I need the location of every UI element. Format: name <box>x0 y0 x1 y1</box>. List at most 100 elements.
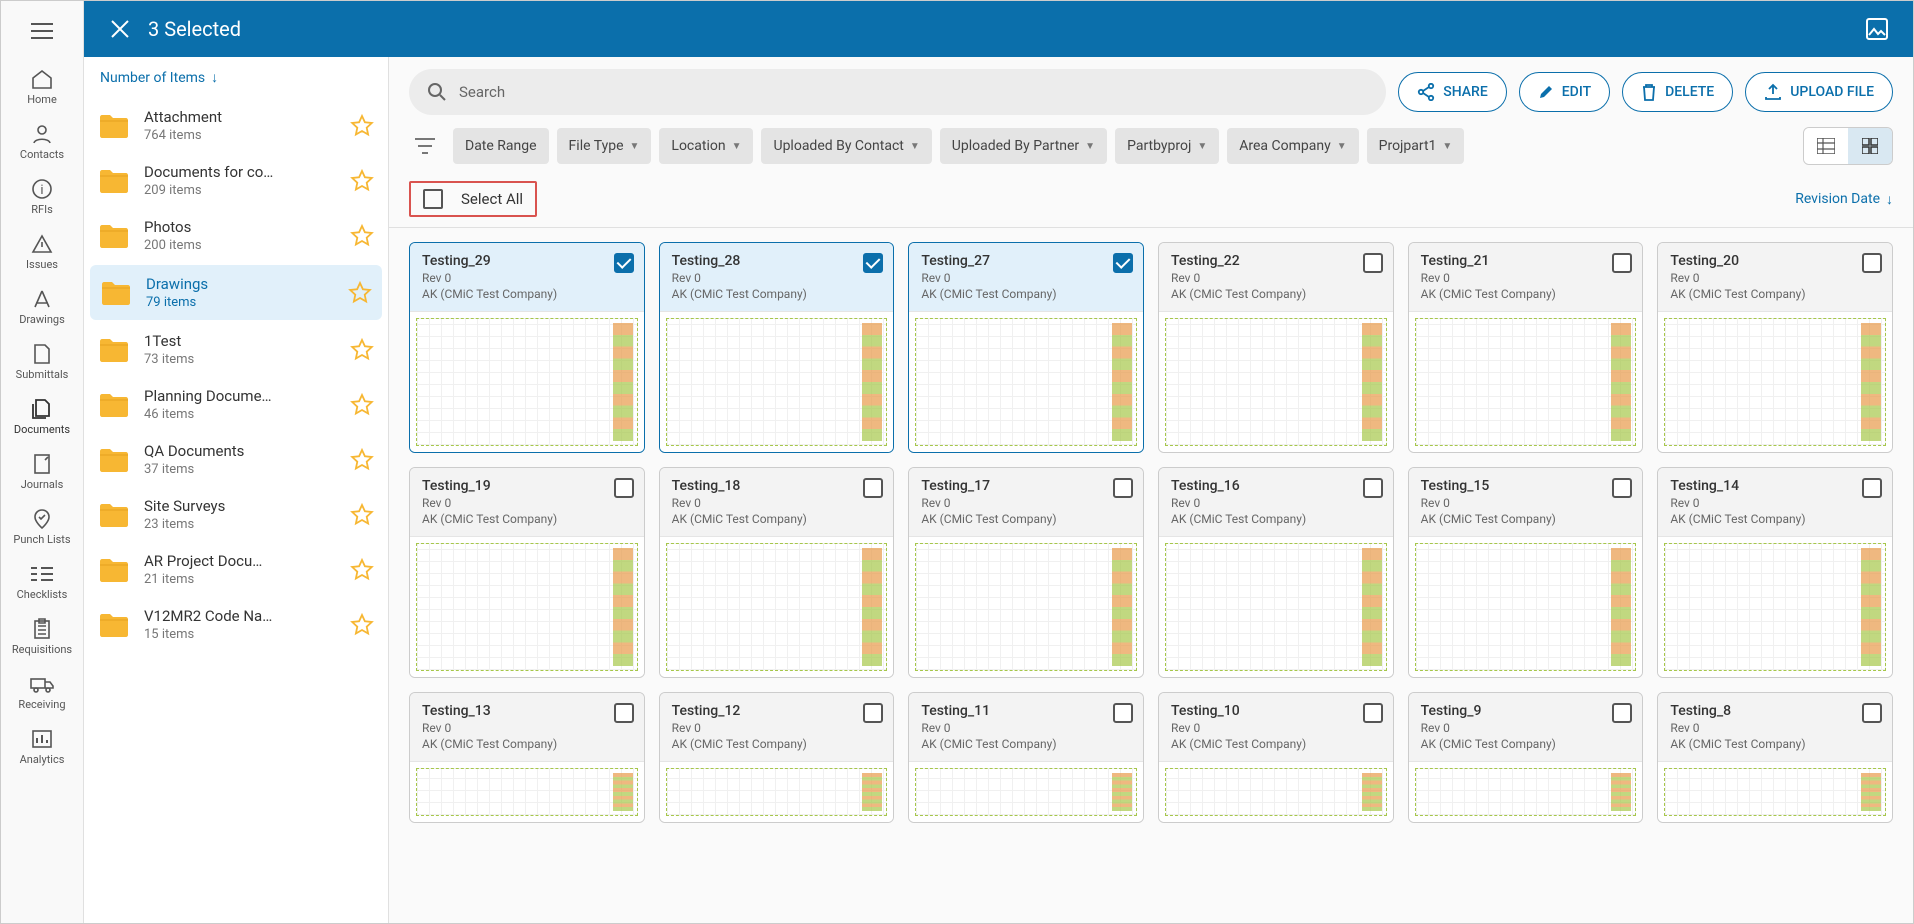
folder-item[interactable]: AR Project Docu…21 items <box>84 542 388 597</box>
card-checkbox[interactable] <box>1612 478 1632 498</box>
card-thumbnail[interactable] <box>1159 312 1393 452</box>
delete-button[interactable]: DELETE <box>1622 72 1733 112</box>
filter-chip[interactable]: Uploaded By Contact▼ <box>761 128 931 164</box>
filter-chip[interactable]: Location▼ <box>659 128 753 164</box>
filter-chip[interactable]: Area Company▼ <box>1227 128 1358 164</box>
card-checkbox[interactable] <box>863 703 883 723</box>
document-card[interactable]: Testing_15Rev 0AK (CMiC Test Company) <box>1408 467 1644 678</box>
card-thumbnail[interactable] <box>1159 537 1393 677</box>
card-thumbnail[interactable] <box>1658 537 1892 677</box>
card-thumbnail[interactable] <box>1658 312 1892 452</box>
document-card[interactable]: Testing_29Rev 0AK (CMiC Test Company) <box>409 242 645 453</box>
card-thumbnail[interactable] <box>660 537 894 677</box>
card-thumbnail[interactable] <box>1409 537 1643 677</box>
card-checkbox[interactable] <box>863 253 883 273</box>
card-thumbnail[interactable] <box>909 762 1143 822</box>
favorite-star[interactable] <box>348 281 372 305</box>
document-card[interactable]: Testing_8Rev 0AK (CMiC Test Company) <box>1657 692 1893 823</box>
folder-item[interactable]: Documents for co…209 items <box>84 153 388 208</box>
list-view-button[interactable] <box>1804 128 1848 164</box>
folder-item[interactable]: Planning Docume…46 items <box>84 377 388 432</box>
folder-list[interactable]: Attachment764 itemsDocuments for co…209 … <box>84 98 388 923</box>
favorite-star[interactable] <box>350 558 374 582</box>
card-checkbox[interactable] <box>1612 703 1632 723</box>
edit-button[interactable]: EDIT <box>1519 72 1610 112</box>
card-checkbox[interactable] <box>1612 253 1632 273</box>
grid-sort-button[interactable]: Revision Date ↓ <box>1795 191 1893 208</box>
card-thumbnail[interactable] <box>660 312 894 452</box>
filter-chip[interactable]: Date Range <box>453 128 549 164</box>
document-card[interactable]: Testing_27Rev 0AK (CMiC Test Company) <box>908 242 1144 453</box>
favorite-star[interactable] <box>350 169 374 193</box>
document-card[interactable]: Testing_16Rev 0AK (CMiC Test Company) <box>1158 467 1394 678</box>
rail-requisitions[interactable]: Requisitions <box>12 609 72 664</box>
rail-contacts[interactable]: Contacts <box>12 114 72 169</box>
card-checkbox[interactable] <box>1113 703 1133 723</box>
card-thumbnail[interactable] <box>1409 762 1643 822</box>
document-card[interactable]: Testing_17Rev 0AK (CMiC Test Company) <box>908 467 1144 678</box>
document-card[interactable]: Testing_21Rev 0AK (CMiC Test Company) <box>1408 242 1644 453</box>
select-all-button[interactable]: Select All <box>409 181 537 217</box>
favorite-star[interactable] <box>350 393 374 417</box>
folder-item[interactable]: V12MR2 Code Na…15 items <box>84 597 388 652</box>
rail-rfis[interactable]: iRFIs <box>12 169 72 224</box>
grid-view-button[interactable] <box>1848 128 1892 164</box>
card-checkbox[interactable] <box>1363 253 1383 273</box>
rail-punchlists[interactable]: Punch Lists <box>12 499 72 554</box>
card-checkbox[interactable] <box>1862 703 1882 723</box>
rail-journals[interactable]: Journals <box>12 444 72 499</box>
card-thumbnail[interactable] <box>410 537 644 677</box>
rail-issues[interactable]: Issues <box>12 224 72 279</box>
card-thumbnail[interactable] <box>1159 762 1393 822</box>
folder-item[interactable]: Site Surveys23 items <box>84 487 388 542</box>
card-checkbox[interactable] <box>1363 478 1383 498</box>
card-checkbox[interactable] <box>863 478 883 498</box>
folder-item[interactable]: QA Documents37 items <box>84 432 388 487</box>
folder-item[interactable]: Attachment764 items <box>84 98 388 153</box>
document-card[interactable]: Testing_14Rev 0AK (CMiC Test Company) <box>1657 467 1893 678</box>
card-thumbnail[interactable] <box>1409 312 1643 452</box>
rail-receiving[interactable]: Receiving <box>12 664 72 719</box>
favorite-star[interactable] <box>350 224 374 248</box>
filter-chip[interactable]: Uploaded By Partner▼ <box>940 128 1107 164</box>
rail-home[interactable]: Home <box>12 59 72 114</box>
document-card[interactable]: Testing_12Rev 0AK (CMiC Test Company) <box>659 692 895 823</box>
document-card[interactable]: Testing_18Rev 0AK (CMiC Test Company) <box>659 467 895 678</box>
document-card[interactable]: Testing_13Rev 0AK (CMiC Test Company) <box>409 692 645 823</box>
document-card[interactable]: Testing_10Rev 0AK (CMiC Test Company) <box>1158 692 1394 823</box>
favorite-star[interactable] <box>350 338 374 362</box>
filter-chip[interactable]: Projpart1▼ <box>1367 128 1465 164</box>
favorite-star[interactable] <box>350 114 374 138</box>
card-checkbox[interactable] <box>614 478 634 498</box>
filter-chip[interactable]: Partbyproj▼ <box>1115 128 1219 164</box>
card-thumbnail[interactable] <box>909 537 1143 677</box>
document-card[interactable]: Testing_20Rev 0AK (CMiC Test Company) <box>1657 242 1893 453</box>
card-checkbox[interactable] <box>1113 253 1133 273</box>
folder-item[interactable]: 1Test73 items <box>84 322 388 377</box>
filter-toggle[interactable] <box>409 130 441 162</box>
rail-submittals[interactable]: Submittals <box>12 334 72 389</box>
card-thumbnail[interactable] <box>410 312 644 452</box>
rail-drawings[interactable]: Drawings <box>12 279 72 334</box>
card-checkbox[interactable] <box>1862 253 1882 273</box>
folder-item[interactable]: Photos200 items <box>84 208 388 263</box>
folder-sort-button[interactable]: Number of Items ↓ <box>84 57 388 98</box>
image-preview-button[interactable] <box>1857 9 1897 49</box>
card-thumbnail[interactable] <box>909 312 1143 452</box>
share-button[interactable]: SHARE <box>1398 72 1507 112</box>
document-card[interactable]: Testing_11Rev 0AK (CMiC Test Company) <box>908 692 1144 823</box>
select-all-checkbox[interactable] <box>423 189 443 209</box>
favorite-star[interactable] <box>350 503 374 527</box>
rail-analytics[interactable]: Analytics <box>12 719 72 774</box>
card-checkbox[interactable] <box>1862 478 1882 498</box>
card-thumbnail[interactable] <box>410 762 644 822</box>
rail-documents[interactable]: Documents <box>12 389 72 444</box>
favorite-star[interactable] <box>350 613 374 637</box>
document-card[interactable]: Testing_22Rev 0AK (CMiC Test Company) <box>1158 242 1394 453</box>
card-checkbox[interactable] <box>1363 703 1383 723</box>
filter-chip[interactable]: File Type▼ <box>557 128 652 164</box>
folder-item[interactable]: Drawings79 items <box>90 265 382 320</box>
grid-scroll[interactable]: Testing_29Rev 0AK (CMiC Test Company)Tes… <box>389 228 1913 923</box>
menu-toggle[interactable] <box>22 11 62 51</box>
card-checkbox[interactable] <box>614 253 634 273</box>
